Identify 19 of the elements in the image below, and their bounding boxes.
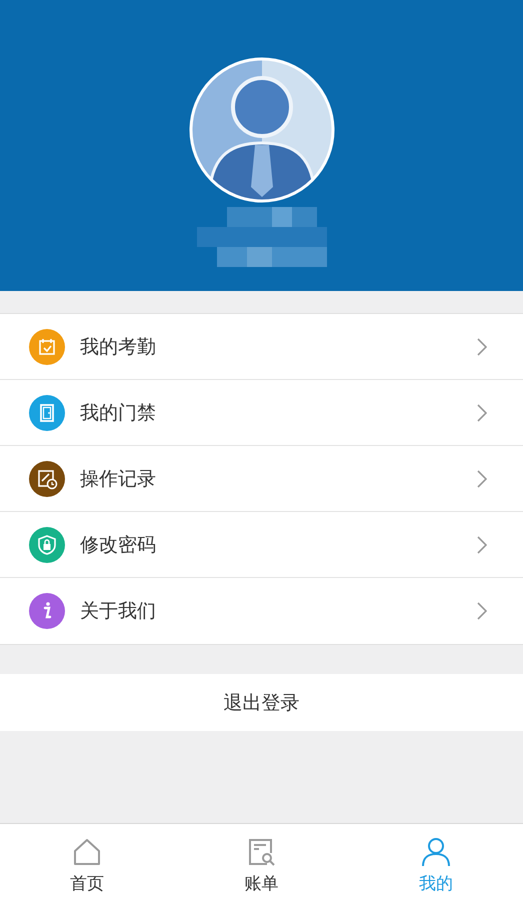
menu-label: 我的门禁 xyxy=(80,400,157,426)
menu-label: 修改密码 xyxy=(80,532,157,558)
menu-label: 我的考勤 xyxy=(80,334,157,360)
chevron-right-icon xyxy=(477,602,487,620)
logout-button[interactable]: 退出登录 xyxy=(0,674,523,731)
menu-item[interactable]: 我的门禁 xyxy=(0,380,523,446)
tab[interactable]: 账单 xyxy=(174,824,349,904)
tab[interactable]: 首页 xyxy=(0,824,174,904)
menu-label: 操作记录 xyxy=(80,466,157,492)
menu-item[interactable]: 我的考勤 xyxy=(0,314,523,380)
chevron-right-icon xyxy=(477,338,487,356)
menu-item[interactable]: 修改密码 xyxy=(0,512,523,578)
chevron-right-icon xyxy=(477,536,487,554)
chevron-right-icon xyxy=(477,470,487,488)
menu-item[interactable]: 关于我们 xyxy=(0,578,523,644)
person-icon xyxy=(420,836,452,868)
menu-label: 关于我们 xyxy=(80,599,157,624)
chevron-right-icon xyxy=(477,404,487,422)
menu-item[interactable]: 操作记录 xyxy=(0,446,523,512)
